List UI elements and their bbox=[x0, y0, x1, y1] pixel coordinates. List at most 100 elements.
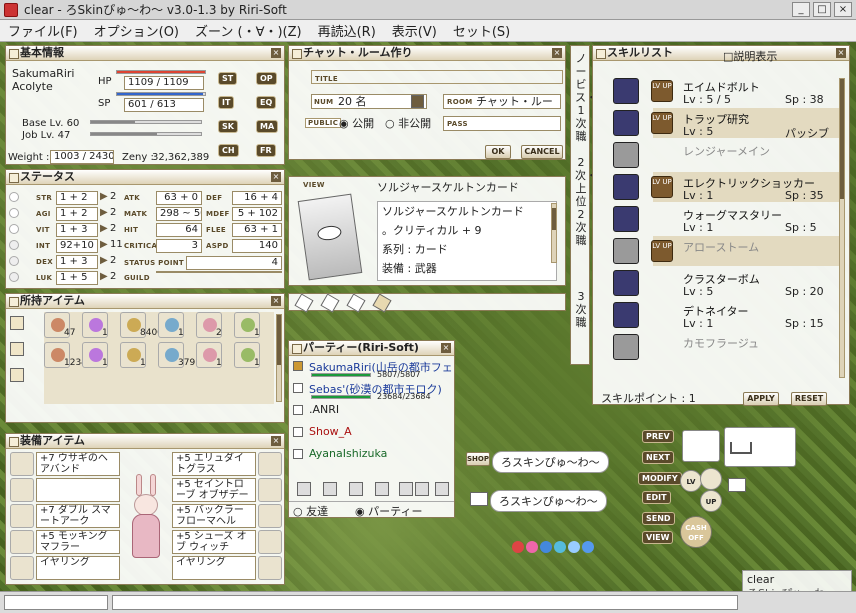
skill-scrollbar[interactable] bbox=[839, 78, 845, 378]
party-lock-icon[interactable] bbox=[435, 482, 449, 496]
equip-right-slot[interactable]: +5 バックラーフローマヘル bbox=[172, 504, 256, 528]
description-toggle[interactable]: □説明表示 bbox=[723, 48, 777, 64]
equip-slot-icon[interactable] bbox=[258, 478, 282, 502]
party-member-checkbox[interactable] bbox=[293, 427, 303, 437]
party-number-icon[interactable] bbox=[323, 482, 337, 496]
tab-etc-icon[interactable] bbox=[10, 368, 24, 382]
skill-icon[interactable] bbox=[613, 142, 639, 168]
party-member-checkbox[interactable] bbox=[293, 383, 303, 393]
tab-party[interactable]: ◉ パーティー bbox=[355, 503, 422, 519]
prev-button[interactable]: PREV bbox=[642, 430, 674, 443]
equip-left-slot[interactable]: +7 ウサギのヘアバンド bbox=[36, 452, 120, 476]
equip-left-slot[interactable]: +7 ダブル スマートアーク bbox=[36, 504, 120, 528]
equip-slot-icon[interactable] bbox=[258, 530, 282, 554]
skill-lvup-button[interactable]: LV UP bbox=[651, 80, 673, 102]
tab-novice-first-job[interactable]: ノービス・1次職 bbox=[575, 52, 597, 143]
side-btn-op[interactable]: OP bbox=[256, 72, 277, 85]
up-round-button[interactable]: UP bbox=[700, 490, 722, 512]
ok-button[interactable]: OK bbox=[485, 145, 511, 159]
skill-list-close[interactable]: × bbox=[836, 48, 846, 58]
equip-right-slot[interactable]: +5 セイントローブ オブザデー bbox=[172, 478, 256, 502]
chat-room-header[interactable]: チャット・ルーム作り bbox=[289, 46, 565, 61]
equip-right-slot[interactable]: イヤリング bbox=[172, 556, 256, 580]
skill-icon[interactable] bbox=[613, 174, 639, 200]
equip-slot-icon[interactable] bbox=[258, 452, 282, 476]
equip-slot-icon[interactable] bbox=[10, 530, 34, 554]
equip-left-slot[interactable]: イヤリング bbox=[36, 556, 120, 580]
view-button[interactable]: VIEW bbox=[642, 531, 674, 544]
status-close[interactable]: × bbox=[271, 172, 281, 182]
grid-round-button[interactable] bbox=[700, 468, 722, 490]
chat-room-close[interactable]: × bbox=[552, 48, 562, 58]
skill-icon[interactable] bbox=[613, 334, 639, 360]
menu-set[interactable]: セット(S) bbox=[445, 21, 518, 40]
status-header[interactable]: ステータス bbox=[6, 170, 284, 185]
equip-left-slot[interactable] bbox=[36, 478, 120, 502]
tab-equip-icon[interactable] bbox=[10, 342, 24, 356]
minimize-button[interactable]: _ bbox=[792, 2, 810, 17]
party-member-checkbox[interactable] bbox=[293, 449, 303, 459]
basic-info-close[interactable]: × bbox=[271, 48, 281, 58]
basic-info-header[interactable]: 基本情報 bbox=[6, 46, 284, 61]
party-member-checkbox[interactable] bbox=[293, 405, 303, 415]
equip-slot-icon[interactable] bbox=[10, 504, 34, 528]
modify-button[interactable]: MODIFY bbox=[638, 472, 682, 485]
cancel-button[interactable]: CANCEL bbox=[521, 145, 563, 159]
edit-button[interactable]: EDIT bbox=[642, 491, 671, 504]
side-btn-it[interactable]: IT bbox=[218, 96, 235, 109]
stat-raise-arrow-icon[interactable]: ▶ bbox=[100, 207, 108, 218]
private-radio[interactable]: ○ 非公開 bbox=[385, 115, 431, 131]
lv-round-button[interactable]: LV bbox=[680, 470, 702, 492]
reset-button[interactable]: RESET bbox=[791, 392, 827, 406]
menu-zoom[interactable]: ズーン (・∀・)(Z) bbox=[187, 21, 310, 40]
stat-raise-arrow-icon[interactable]: ▶ bbox=[100, 191, 108, 202]
num-dropdown-icon[interactable] bbox=[411, 95, 424, 108]
cash-off-button[interactable]: CASH OFF bbox=[680, 516, 712, 548]
stat-raise-arrow-icon[interactable]: ▶ bbox=[100, 239, 108, 250]
equip-slot-icon[interactable] bbox=[258, 556, 282, 580]
party-member[interactable]: Show_A bbox=[309, 425, 352, 438]
menu-view[interactable]: 表示(V) bbox=[384, 21, 445, 40]
side-btn-fr[interactable]: FR bbox=[256, 144, 276, 157]
menu-option[interactable]: オプション(O) bbox=[86, 21, 187, 40]
side-btn-ch[interactable]: CH bbox=[218, 144, 239, 157]
skill-icon[interactable] bbox=[613, 78, 639, 104]
card-slot-icon-2[interactable] bbox=[320, 293, 340, 313]
side-btn-ma[interactable]: MA bbox=[256, 120, 279, 133]
public-radio[interactable]: ◉ 公開 bbox=[339, 115, 374, 131]
stat-raise-arrow-icon[interactable]: ▶ bbox=[100, 223, 108, 234]
tab-consumable-icon[interactable] bbox=[10, 316, 24, 330]
tab-second-job[interactable]: 2次・上位2次職 bbox=[575, 156, 597, 247]
party-header[interactable]: パーティー(Riri-Soft) bbox=[289, 341, 454, 356]
equip-left-slot[interactable]: +5 モッキング マフラー bbox=[36, 530, 120, 554]
view-tag[interactable]: VIEW bbox=[303, 181, 325, 189]
skill-icon[interactable] bbox=[613, 238, 639, 264]
skill-icon[interactable] bbox=[613, 110, 639, 136]
party-delete-icon[interactable] bbox=[415, 482, 429, 496]
party-edit-icon[interactable] bbox=[297, 482, 311, 496]
equip-right-slot[interactable]: +5 エリュダイトグラス bbox=[172, 452, 256, 476]
card-slot-icon-3[interactable] bbox=[346, 293, 366, 313]
equip-slot-icon[interactable] bbox=[10, 556, 34, 580]
equip-slot-icon[interactable] bbox=[10, 478, 34, 502]
skill-icon[interactable] bbox=[613, 270, 639, 296]
send-button[interactable]: SEND bbox=[642, 512, 675, 525]
card-slot-icon-1[interactable] bbox=[294, 293, 314, 313]
party-member[interactable]: .ANRI bbox=[309, 403, 339, 416]
skill-lvup-button[interactable]: LV UP bbox=[651, 176, 673, 198]
skill-lvup-button[interactable]: LV UP bbox=[651, 240, 673, 262]
tab-friends[interactable]: ○ 友達 bbox=[293, 503, 328, 519]
apply-button[interactable]: APPLY bbox=[743, 392, 779, 406]
equip-slot-icon[interactable] bbox=[258, 504, 282, 528]
stat-raise-arrow-icon[interactable]: ▶ bbox=[100, 255, 108, 266]
lock-icon[interactable] bbox=[728, 478, 746, 492]
card-scrollbar[interactable] bbox=[551, 203, 557, 263]
side-btn-sk[interactable]: SK bbox=[218, 120, 238, 133]
party-search-icon[interactable] bbox=[399, 482, 413, 496]
equipment-close[interactable]: × bbox=[271, 436, 281, 446]
skill-icon[interactable] bbox=[613, 206, 639, 232]
close-button[interactable]: × bbox=[834, 2, 852, 17]
tab-third-job[interactable]: 3次職 bbox=[575, 290, 587, 329]
stat-raise-arrow-icon[interactable]: ▶ bbox=[100, 271, 108, 282]
chat-title-input[interactable] bbox=[311, 70, 563, 84]
